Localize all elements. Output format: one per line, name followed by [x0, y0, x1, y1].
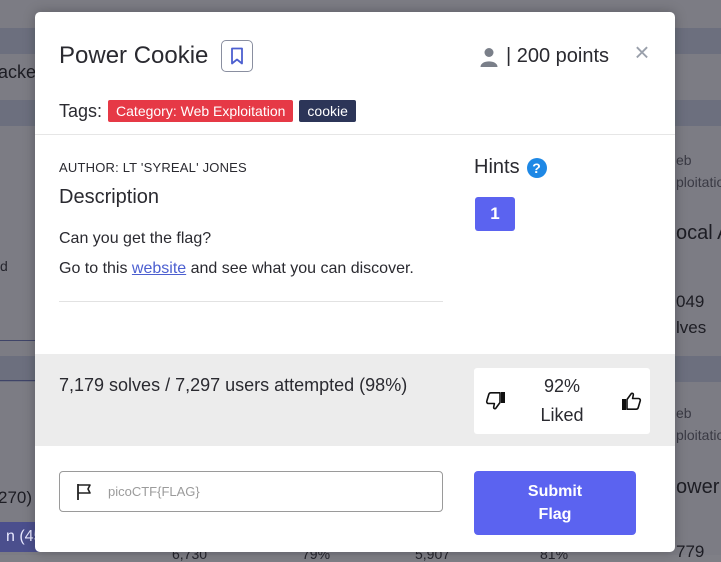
bg-fragment: 779	[676, 542, 705, 561]
submit-flag-button[interactable]: Submit Flag	[474, 471, 636, 535]
bg-fragment: ploitatio	[676, 427, 721, 443]
bg-fragment: ocal A	[676, 222, 721, 244]
bg-fragment: d	[0, 258, 8, 274]
thumbs-up-icon[interactable]	[620, 390, 642, 412]
solves-text: 7,179 solves / 7,297 users attempted (98…	[59, 375, 408, 395]
description-heading: Description	[59, 186, 160, 208]
bg-fragment: eb	[676, 152, 692, 168]
bg-fragment: 049	[676, 292, 705, 311]
tag-category[interactable]: Category: Web Exploitation	[108, 100, 294, 122]
submit-flag-label: Submit Flag	[527, 483, 583, 523]
close-icon: ×	[634, 37, 650, 67]
like-box: 92% Liked	[474, 368, 650, 434]
bookmark-button[interactable]	[221, 40, 253, 72]
bg-fragment: eb	[676, 405, 692, 421]
flag-input[interactable]: picoCTF{FLAG}	[59, 471, 443, 512]
divider	[59, 301, 443, 302]
hints-heading: Hints	[474, 156, 520, 178]
hint-button[interactable]: 1	[475, 197, 515, 231]
challenge-title: Power Cookie	[59, 42, 209, 69]
tags-row: Tags: Category: Web Exploitation cookie	[59, 100, 362, 122]
bg-fragment: 270)	[0, 488, 33, 507]
description-text: Can you get the flag?	[59, 230, 212, 247]
tag-cookie[interactable]: cookie	[299, 100, 356, 122]
website-link[interactable]: website	[132, 260, 186, 277]
description-text: Go to this website and see what you can …	[59, 260, 414, 278]
author-label: AUTHOR: LT 'SYREAL' JONES	[59, 160, 247, 175]
bg-fragment: acke	[0, 62, 37, 82]
challenge-modal: Power Cookie | 200 points × Tags: Catego…	[35, 12, 675, 552]
flag-input-placeholder: picoCTF{FLAG}	[108, 484, 200, 499]
user-icon	[480, 47, 498, 67]
close-button[interactable]: ×	[629, 39, 655, 65]
bookmark-icon	[231, 47, 243, 65]
bg-fragment: ower C	[676, 476, 721, 498]
description-text-part: and see what you can discover.	[186, 260, 414, 277]
bg-divider	[0, 380, 35, 381]
bg-divider	[0, 340, 35, 341]
points-label: | 200 points	[506, 45, 610, 67]
divider	[35, 134, 675, 135]
help-icon[interactable]: ?	[526, 157, 547, 178]
flag-icon	[77, 483, 91, 500]
tags-label: Tags:	[59, 100, 103, 121]
bg-fragment: lves	[676, 318, 707, 337]
hints-heading-row: Hints ?	[474, 156, 547, 179]
description-text-part: Go to this	[59, 260, 132, 277]
points-display: | 200 points	[480, 45, 609, 68]
bg-fragment: ploitatio	[676, 174, 721, 190]
